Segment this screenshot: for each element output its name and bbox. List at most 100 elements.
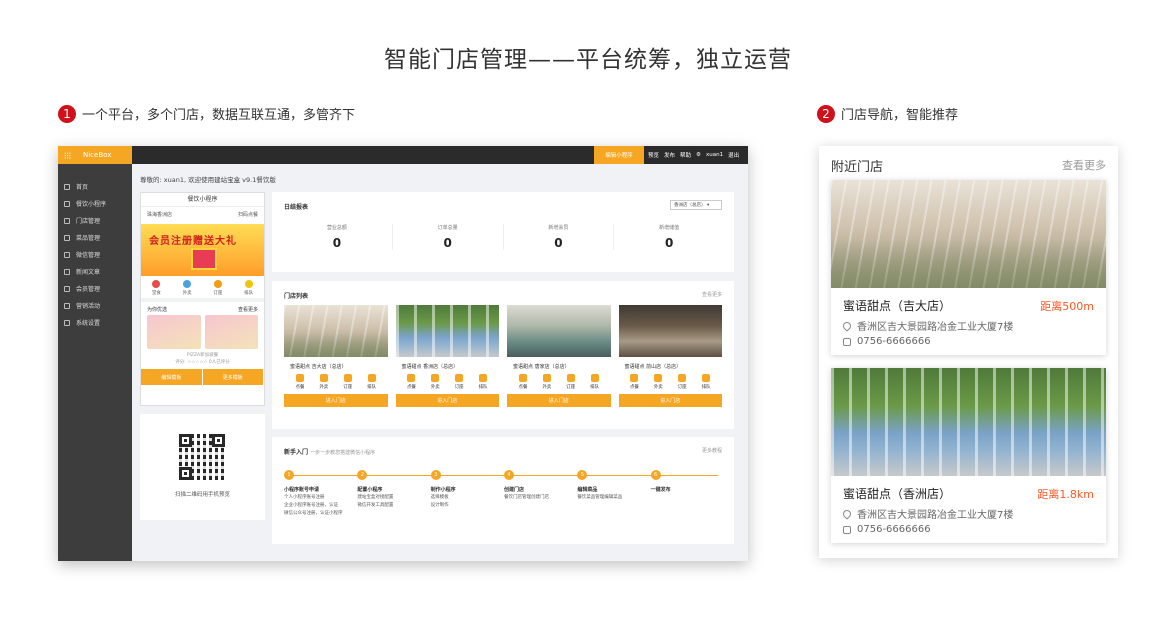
stat-orders: 订单总量 0 xyxy=(393,224,504,250)
store-phone[interactable]: 0756-6666666 xyxy=(843,336,931,347)
edit-miniprogram-button[interactable]: 编辑小程序 xyxy=(594,146,644,164)
sidebar-item-home[interactable]: 首页 xyxy=(58,178,132,195)
section-1-label: 一个平台，多个门店，数据互联互通，多管齐下 xyxy=(82,108,356,123)
nearby-title: 附近门店 xyxy=(831,160,884,175)
takeout-action[interactable]: 外卖 xyxy=(654,374,663,390)
dessert-image xyxy=(147,315,201,349)
takeout-action[interactable]: 外卖 xyxy=(431,374,440,390)
sidebar-item-marketing[interactable]: 营销活动 xyxy=(58,297,132,314)
reserve-action[interactable]: 订座 xyxy=(566,374,575,390)
queue-action[interactable]: 排队 xyxy=(479,374,488,390)
action-label: 点餐 xyxy=(406,385,416,390)
enter-store-button[interactable]: 进入门店 xyxy=(284,394,388,407)
admin-panel: NiceBox 编辑小程序 预览 发布 帮助 ⚙ xuan1 退出 首页 餐饮小… xyxy=(58,146,748,561)
sidebar-item-settings[interactable]: 系统设置 xyxy=(58,314,132,331)
store-list-card: 门店列表 查看更多 蜜语甜点 吉大店（总店） 点餐 外卖 订座 排队 进入门店 xyxy=(272,281,734,429)
store-address: 香洲区吉大景园路冶金工业大厦7楼 xyxy=(841,318,1013,333)
store-photo xyxy=(831,180,1106,288)
queue-option[interactable]: 排队 xyxy=(244,280,253,296)
step-title[interactable]: 创建门店 xyxy=(504,486,577,494)
sidebar-item-label: 系统设置 xyxy=(76,320,101,327)
guide-more-link[interactable]: 更多教程 xyxy=(702,447,722,454)
step-title[interactable]: 小程序账号申请 xyxy=(284,486,357,494)
nearby-store-card[interactable]: 蜜语甜点（香洲店） 距离1.8km 香洲区吉大景园路冶金工业大厦7楼 0756-… xyxy=(831,368,1106,543)
member-icon xyxy=(64,285,70,292)
takeout-icon xyxy=(431,374,440,382)
preview-link[interactable]: 预览 xyxy=(648,151,659,159)
sidebar-item-members[interactable]: 会员管理 xyxy=(58,280,132,297)
action-label: 点餐 xyxy=(295,385,305,390)
phone-text: 0756-6666666 xyxy=(857,336,931,347)
sidebar-item-wechat[interactable]: 微信管理 xyxy=(58,246,132,263)
publish-link[interactable]: 发布 xyxy=(664,151,675,159)
brand-logo[interactable]: NiceBox xyxy=(58,146,132,164)
sidebar-item-miniprogram[interactable]: 餐饮小程序 xyxy=(58,195,132,212)
qr-label: 扫描二维码用手机预览 xyxy=(174,492,230,498)
order-action[interactable]: 点餐 xyxy=(407,374,416,390)
store-icon xyxy=(64,217,70,224)
user-name[interactable]: xuan1 xyxy=(706,152,723,158)
sidebar-item-dishes[interactable]: 菜品管理 xyxy=(58,229,132,246)
takeout-option[interactable]: 外卖 xyxy=(183,280,192,296)
phone-text: 0756-6666666 xyxy=(857,524,931,535)
preview-icons: 堂食 外卖 订座 排队 xyxy=(141,276,264,298)
step-line[interactable]: 建站宝盒对接配置 xyxy=(357,494,430,502)
step-line[interactable]: 选择模板 xyxy=(431,494,504,502)
takeout-action[interactable]: 外卖 xyxy=(542,374,551,390)
order-action[interactable]: 点餐 xyxy=(630,374,639,390)
step-title[interactable]: 制作小程序 xyxy=(431,486,504,494)
store-list-more-link[interactable]: 查看更多 xyxy=(702,291,722,298)
step-line[interactable]: 餐饮菜品管理编辑菜品 xyxy=(577,494,650,502)
reserve-action[interactable]: 订座 xyxy=(455,374,464,390)
step-number: 1 xyxy=(284,470,294,480)
step-title[interactable]: 编辑菜品 xyxy=(577,486,650,494)
scan-order-label[interactable]: 扫码点餐 xyxy=(238,211,258,218)
order-action[interactable]: 点餐 xyxy=(518,374,527,390)
guide-steps: 1 小程序账号申请 个人小程序账号注册 企业小程序账号注册，认证 微信公众号注册… xyxy=(284,470,724,518)
step-line[interactable]: 企业小程序账号注册，认证 xyxy=(284,502,357,510)
dine-in-option[interactable]: 堂食 xyxy=(152,280,161,296)
queue-action[interactable]: 排队 xyxy=(367,374,376,390)
enter-store-button[interactable]: 进入门店 xyxy=(507,394,611,407)
icon-label: 排队 xyxy=(244,291,254,296)
reserve-option[interactable]: 订座 xyxy=(213,280,222,296)
queue-icon xyxy=(590,374,599,382)
queue-action[interactable]: 排队 xyxy=(702,374,711,390)
step-line[interactable]: 餐饮门店管理创建门店 xyxy=(504,494,577,502)
step-line[interactable]: 微信开发工具配置 xyxy=(357,502,430,510)
takeout-action[interactable]: 外卖 xyxy=(319,374,328,390)
step-title[interactable]: 配置小程序 xyxy=(357,486,430,494)
gear-icon[interactable]: ⚙ xyxy=(696,152,701,158)
sidebar-item-stores[interactable]: 门店管理 xyxy=(58,212,132,229)
guide-step: 5 编辑菜品 餐饮菜品管理编辑菜品 xyxy=(577,470,650,518)
section-more-link[interactable]: 查看更多 xyxy=(238,306,258,313)
nearby-more-link[interactable]: 查看更多 xyxy=(1062,157,1106,173)
logout-link[interactable]: 退出 xyxy=(728,151,739,159)
gear-icon xyxy=(64,319,70,326)
daily-report-title: 日结报表 xyxy=(284,204,309,211)
enter-store-button[interactable]: 进入门店 xyxy=(618,394,722,407)
store-actions: 点餐 外卖 订座 排队 xyxy=(396,374,500,390)
step-line[interactable]: 微信公众号注册，认证小程序 xyxy=(284,510,357,518)
store-phone[interactable]: 0756-6666666 xyxy=(843,524,931,535)
enter-store-button[interactable]: 进入门店 xyxy=(395,394,499,407)
order-action[interactable]: 点餐 xyxy=(295,374,304,390)
step-line[interactable]: 个人小程序账号注册 xyxy=(284,494,357,502)
action-label: 订座 xyxy=(343,385,353,390)
store-select-value: 香洲店（总店） xyxy=(674,203,706,208)
apps-grid-icon[interactable] xyxy=(64,151,71,159)
nearby-store-card[interactable]: 蜜语甜点（吉大店） 距离500m 香洲区吉大景园路冶金工业大厦7楼 0756-6… xyxy=(831,180,1106,355)
reserve-action[interactable]: 订座 xyxy=(678,374,687,390)
reserve-action[interactable]: 订座 xyxy=(343,374,352,390)
more-templates-button[interactable]: 更多模板 xyxy=(202,369,264,385)
sidebar-item-news[interactable]: 新闻文章 xyxy=(58,263,132,280)
stat-value: 0 xyxy=(443,236,452,250)
step-line[interactable]: 设计制作 xyxy=(431,502,504,510)
step-title[interactable]: 一键发布 xyxy=(651,486,724,494)
edit-template-button[interactable]: 编辑模板 xyxy=(141,369,203,385)
location-label[interactable]: 珠海香洲店 xyxy=(147,211,172,218)
queue-action[interactable]: 排队 xyxy=(590,374,599,390)
template-buttons: 编辑模板 更多模板 xyxy=(141,369,264,385)
store-select[interactable]: 香洲店（总店） ▾ xyxy=(670,200,722,210)
help-link[interactable]: 帮助 xyxy=(680,151,691,159)
